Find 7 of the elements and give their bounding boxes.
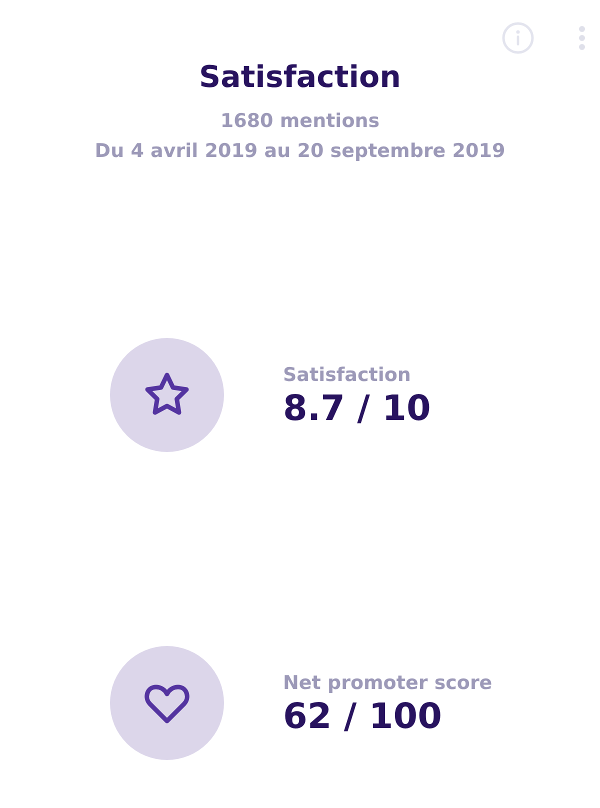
metric-label: Net promoter score [283, 670, 492, 696]
date-range: Du 4 avril 2019 au 20 septembre 2019 [94, 140, 506, 162]
metric-value: 62 / 100 [283, 697, 443, 738]
metric-value: 8.7 / 10 [283, 389, 431, 430]
mentions-count: 1680 mentions [219, 110, 381, 132]
metric-label: Satisfaction [283, 362, 412, 388]
card-title: Satisfaction [198, 62, 402, 94]
